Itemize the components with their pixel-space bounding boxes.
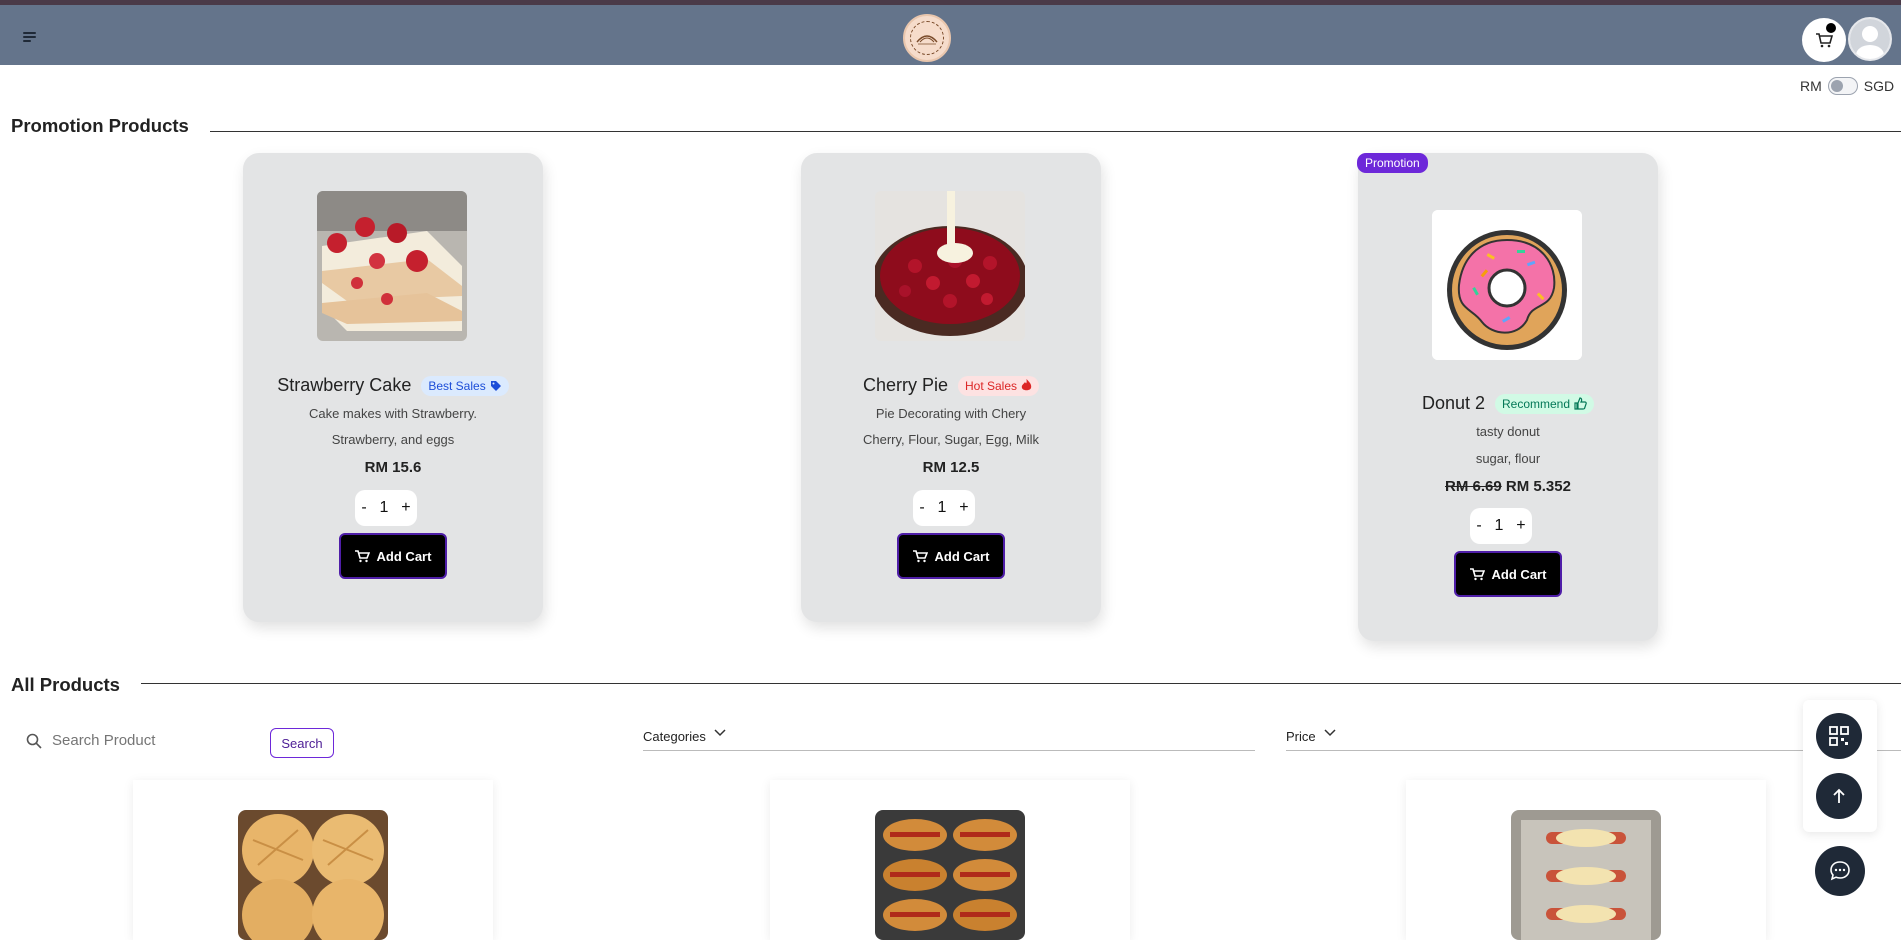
- promotion-tag: Promotion: [1357, 153, 1428, 173]
- section-title-promotion: Promotion Products: [11, 115, 189, 136]
- promo-card: Donut 2 Recommend tasty donut sugar, flo…: [1358, 153, 1658, 641]
- currency-label-sgd: SGD: [1863, 78, 1895, 94]
- recommend-badge: Recommend: [1495, 393, 1595, 414]
- cart-icon: [1816, 33, 1833, 48]
- hot-sales-badge: Hot Sales: [958, 375, 1040, 396]
- product-price: RM 15.6: [243, 459, 543, 476]
- currency-switch: RM SGD: [1800, 77, 1894, 95]
- currency-label-rm: RM: [1800, 78, 1822, 94]
- add-cart-button[interactable]: Add Cart: [339, 533, 447, 579]
- decrement-button[interactable]: -: [361, 499, 366, 517]
- product-ingredients: Cherry, Flour, Sugar, Egg, Milk: [862, 432, 1040, 447]
- quantity-value[interactable]: 1: [380, 499, 389, 517]
- decrement-button[interactable]: -: [919, 499, 924, 517]
- add-cart-label: Add Cart: [1491, 566, 1547, 582]
- search-button[interactable]: Search: [270, 728, 334, 758]
- price-value: RM 12.5: [922, 459, 980, 476]
- product-description: Cake makes with Strawberry.: [308, 406, 478, 421]
- strawberry-cake-image[interactable]: [317, 191, 467, 341]
- promo-card: Strawberry Cake Best Sales Cake makes wi…: [243, 153, 543, 622]
- quantity-stepper: - 1 +: [1470, 508, 1532, 544]
- product-name: Cherry Pie: [862, 375, 948, 395]
- search-bar: [26, 732, 262, 749]
- quantity-stepper: - 1 +: [355, 490, 417, 526]
- qr-code-button[interactable]: [1816, 713, 1862, 759]
- best-sales-badge: Best Sales: [421, 375, 509, 396]
- original-price: RM 6.69: [1445, 478, 1502, 495]
- add-cart-button[interactable]: Add Cart: [1454, 551, 1562, 597]
- cart-icon: [354, 549, 370, 562]
- promo-card: Cherry Pie Hot Sales Pie Decorating with…: [801, 153, 1101, 622]
- product-name-row: Strawberry Cake Best Sales: [243, 375, 543, 396]
- search-input[interactable]: [52, 732, 262, 749]
- product-price: RM 12.5: [801, 459, 1101, 476]
- qr-code-icon: [1829, 726, 1849, 746]
- add-cart-label: Add Cart: [376, 548, 432, 564]
- product-ingredients: sugar, flour: [1475, 451, 1541, 466]
- brand-logo[interactable]: [903, 14, 951, 62]
- search-icon: [26, 733, 42, 749]
- badge-label: Best Sales: [428, 378, 486, 393]
- section-divider: [210, 131, 1901, 132]
- price-value: RM 15.6: [364, 459, 422, 476]
- chat-icon: [1830, 861, 1850, 881]
- categories-filter[interactable]: Categories: [643, 729, 1255, 751]
- donut-image[interactable]: [1432, 210, 1582, 360]
- product-price: RM 6.69 RM 5.352: [1358, 478, 1658, 495]
- product-name: Donut 2: [1421, 393, 1485, 413]
- chevron-down-icon: [1324, 729, 1336, 737]
- menu-icon[interactable]: [20, 29, 40, 45]
- user-icon: [1850, 19, 1890, 59]
- add-cart-button[interactable]: Add Cart: [897, 533, 1005, 579]
- badge-label: Hot Sales: [965, 378, 1018, 393]
- product-name-row: Donut 2 Recommend: [1358, 393, 1658, 414]
- categories-label: Categories: [643, 729, 706, 744]
- product-name: Strawberry Cake: [277, 375, 412, 395]
- product-description: tasty donut: [1476, 424, 1540, 439]
- price-label: Price: [1286, 729, 1316, 744]
- product-name-row: Cherry Pie Hot Sales: [801, 375, 1101, 396]
- cherry-pie-image[interactable]: [875, 191, 1025, 341]
- arrow-up-icon: [1833, 788, 1845, 803]
- badge-label: Recommend: [1502, 396, 1571, 411]
- tag-icon: [490, 380, 501, 391]
- hotdog-pizza-bread-image[interactable]: [875, 810, 1025, 940]
- melon-bun-image[interactable]: [238, 810, 388, 940]
- increment-button[interactable]: +: [959, 499, 968, 517]
- cart-button[interactable]: [1802, 18, 1846, 62]
- product-ingredients: Strawberry, and eggs: [331, 432, 455, 447]
- currency-toggle[interactable]: [1827, 77, 1858, 95]
- cart-notification-dot: [1826, 23, 1836, 33]
- increment-button[interactable]: +: [401, 499, 410, 517]
- product-description: Pie Decorating with Chery: [875, 406, 1027, 421]
- increment-button[interactable]: +: [1516, 517, 1525, 535]
- cart-icon: [1469, 567, 1485, 580]
- logo-mark: [910, 21, 944, 55]
- section-divider: [141, 683, 1901, 684]
- user-avatar[interactable]: [1848, 17, 1892, 61]
- section-title-all-products: All Products: [11, 674, 120, 695]
- discounted-price: RM 5.352: [1505, 478, 1571, 495]
- chat-button[interactable]: [1815, 846, 1865, 896]
- fire-icon: [1021, 379, 1032, 391]
- quantity-stepper: - 1 +: [913, 490, 975, 526]
- quantity-value[interactable]: 1: [1495, 517, 1504, 535]
- add-cart-label: Add Cart: [934, 548, 990, 564]
- scroll-to-top-button[interactable]: [1816, 773, 1862, 819]
- decrement-button[interactable]: -: [1476, 517, 1481, 535]
- chevron-down-icon: [714, 729, 726, 737]
- sausage-roll-image[interactable]: [1511, 810, 1661, 940]
- thumbs-up-icon: [1574, 397, 1587, 410]
- cart-icon: [912, 549, 928, 562]
- app-header: [0, 5, 1901, 65]
- quantity-value[interactable]: 1: [938, 499, 947, 517]
